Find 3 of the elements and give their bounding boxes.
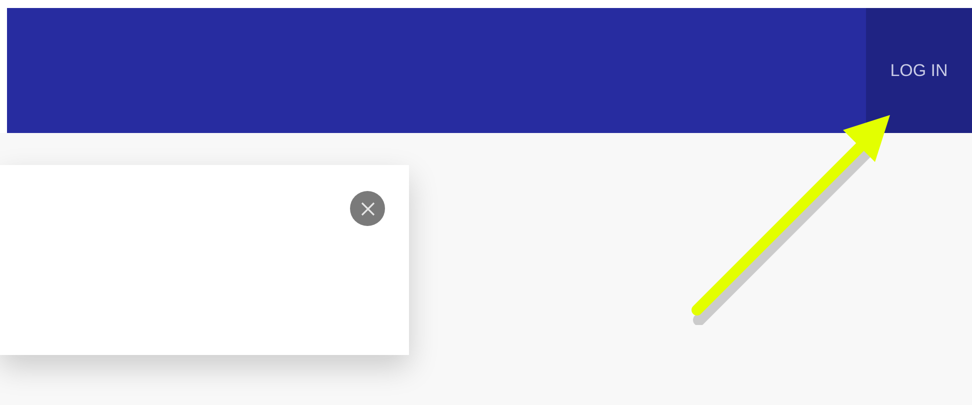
close-icon [360, 202, 374, 216]
login-button[interactable]: LOG IN [866, 8, 972, 133]
close-button[interactable] [350, 191, 385, 226]
